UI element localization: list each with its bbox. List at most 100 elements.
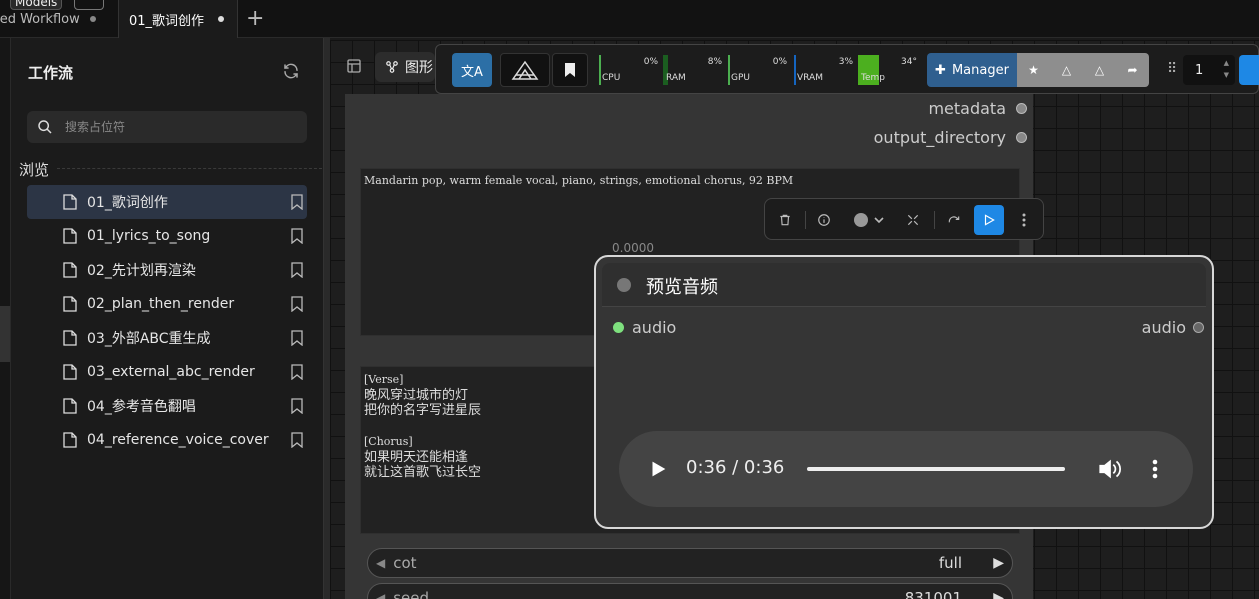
new-workflow-icon[interactable] — [74, 0, 104, 10]
file-icon — [63, 330, 77, 346]
file-icon — [63, 262, 77, 278]
bookmark-icon[interactable] — [291, 228, 303, 244]
output-slot-output-directory[interactable] — [1016, 132, 1027, 143]
delete-icon[interactable] — [774, 209, 796, 231]
drag-handle-icon[interactable]: ⠿ — [1167, 61, 1177, 77]
output-slot-label: output_directory — [873, 128, 1006, 147]
input-slot-audio[interactable] — [613, 322, 624, 333]
search-field[interactable] — [27, 111, 307, 143]
stat-label: Temp — [861, 73, 885, 83]
cot-widget[interactable]: ◀ cot full ▶ — [367, 548, 1013, 578]
bypass-icon[interactable] — [943, 209, 965, 231]
stat-value: 34° — [901, 57, 917, 67]
search-input[interactable] — [65, 120, 285, 134]
star-icon[interactable]: ★ — [1017, 53, 1050, 87]
puzzle-icon: ✚ — [935, 62, 946, 78]
bookmark-icon[interactable] — [291, 194, 303, 210]
panel-splitter[interactable] — [324, 38, 330, 599]
increment-arrow-icon[interactable]: ▶ — [993, 590, 1004, 599]
tab-current-workflow[interactable]: 01_歌词创作 — [118, 0, 238, 38]
play-icon[interactable] — [647, 458, 669, 480]
increment-arrow-icon[interactable]: ▶ — [993, 555, 1004, 571]
output-slot-label: audio — [1141, 318, 1186, 337]
workflow-file-item[interactable]: 02_先计划再渲染 — [27, 253, 307, 287]
more-options-icon[interactable] — [1013, 209, 1035, 231]
workflow-file-item[interactable]: 01_歌词创作 — [27, 185, 307, 219]
workflow-file-label: 04_reference_voice_cover — [87, 432, 269, 448]
bookmark-icon[interactable] — [291, 432, 303, 448]
file-icon — [63, 364, 77, 380]
workflow-file-label: 02_plan_then_render — [87, 296, 235, 312]
bookmark-icon[interactable] — [291, 262, 303, 278]
workflow-file-label: 02_先计划再渲染 — [87, 263, 196, 279]
stat-value: 3% — [838, 57, 853, 67]
models-chip[interactable]: Models — [10, 0, 63, 10]
seed-widget[interactable]: ◀ seed 831001 ▶ — [367, 583, 1013, 599]
output-slot-metadata[interactable] — [1016, 103, 1027, 114]
share-icon[interactable]: ➦ — [1116, 53, 1149, 87]
queue-run-button[interactable] — [1239, 55, 1259, 85]
volume-icon[interactable] — [1097, 456, 1123, 482]
section-divider — [57, 168, 322, 169]
bookmark-button[interactable] — [552, 53, 588, 87]
seek-bar[interactable] — [807, 467, 1065, 471]
bookmark-icon[interactable] — [291, 296, 303, 312]
workflow-file-item[interactable]: 04_参考音色翻唱 — [27, 389, 307, 423]
workflow-file-item[interactable]: 01_lyrics_to_song — [27, 219, 307, 253]
preview-audio-node[interactable]: 预览音频 audio audio 0:36 / 0:36 — [594, 255, 1214, 529]
output-slot-label: metadata — [928, 99, 1006, 118]
file-icon — [63, 398, 77, 414]
model-icon[interactable]: △ — [1050, 53, 1083, 87]
collapse-icon[interactable] — [902, 209, 924, 231]
bookmark-icon[interactable] — [291, 364, 303, 380]
color-picker-icon[interactable] — [847, 209, 887, 231]
stepper-arrows-icon[interactable]: ▲ ▼ — [1224, 57, 1229, 81]
info-icon[interactable] — [813, 209, 835, 231]
tab-bar: ved Workflow 01_歌词创作 Models + — [0, 0, 1259, 38]
workflow-file-item[interactable]: 03_外部ABC重生成 — [27, 321, 307, 355]
output-slot-audio[interactable] — [1193, 322, 1204, 333]
refresh-icon[interactable] — [282, 62, 300, 80]
chorus-tag: [Chorus] — [364, 435, 413, 448]
workflow-file-item[interactable]: 03_external_abc_render — [27, 355, 307, 389]
stat-gpu: GPU 0% — [728, 55, 790, 85]
batch-count-value: 1 — [1195, 62, 1204, 78]
unsaved-dot-icon — [218, 16, 225, 22]
workflow-file-item[interactable]: 02_plan_then_render — [27, 287, 307, 321]
more-options-icon[interactable] — [1149, 457, 1161, 481]
workflow-file-item[interactable]: 04_reference_voice_cover — [27, 423, 307, 457]
model-alt-icon[interactable]: △ — [1083, 53, 1116, 87]
bookmark-icon — [565, 63, 575, 77]
run-node-icon[interactable] — [974, 205, 1004, 235]
stat-bar — [599, 55, 601, 85]
rail-active-marker — [0, 306, 10, 362]
logo-button[interactable] — [500, 53, 550, 87]
file-icon — [63, 296, 77, 312]
unsaved-dot-icon — [89, 16, 96, 22]
layout-icon[interactable] — [346, 58, 362, 74]
translate-button[interactable]: 文A — [452, 53, 492, 87]
graph-mode-button[interactable]: 图形 — [375, 52, 435, 82]
stat-label: RAM — [666, 73, 686, 83]
bookmark-icon[interactable] — [291, 398, 303, 414]
node-header[interactable]: 预览音频 — [602, 263, 1206, 307]
node-title: 预览音频 — [646, 277, 718, 298]
decrement-arrow-icon[interactable]: ◀ — [376, 591, 385, 599]
file-icon — [63, 194, 77, 210]
file-icon — [63, 432, 77, 448]
browse-section-label: 浏览 — [19, 161, 50, 179]
batch-count-input[interactable]: 1 ▲ ▼ — [1183, 55, 1235, 85]
bookmark-icon[interactable] — [291, 330, 303, 346]
tab-label: ved Workflow — [0, 11, 80, 27]
system-toolbar: 文A CPU 0% RAM 8% GPU 0% VRAM 3% Temp 34° ✚ Manage… — [435, 44, 1259, 94]
workflow-file-label: 03_外部ABC重生成 — [87, 331, 211, 347]
stat-vram: VRAM 3% — [794, 55, 856, 85]
search-icon — [38, 120, 52, 134]
workflow-file-list: 01_歌词创作 01_lyrics_to_song 02_先计划再渲染 02_plan… — [27, 185, 307, 457]
stat-bar — [728, 55, 730, 85]
decrement-arrow-icon[interactable]: ◀ — [376, 556, 385, 570]
sidebar-title: 工作流 — [28, 64, 74, 82]
playback-time: 0:36 / 0:36 — [686, 457, 785, 478]
add-tab-button[interactable]: + — [246, 6, 264, 31]
manager-button[interactable]: ✚ Manager — [927, 53, 1017, 87]
